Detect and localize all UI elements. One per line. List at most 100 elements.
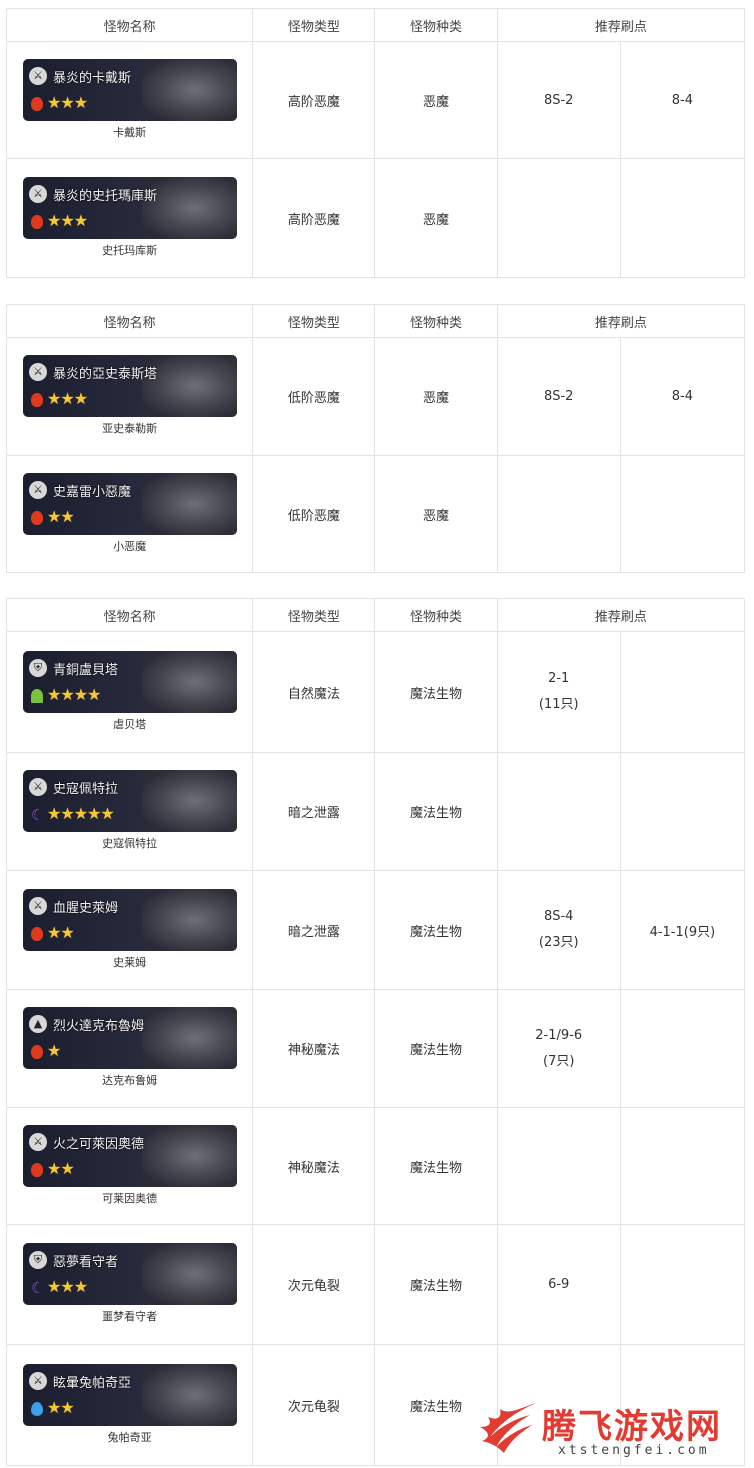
spot-location: 2-1 (548, 671, 570, 686)
spot-location: 2-1/9-6 (535, 1027, 583, 1043)
monster-type: 高阶恶魔 (252, 41, 376, 159)
spot-primary (496, 158, 621, 278)
monster-species: 恶魔 (374, 455, 498, 573)
monster-card[interactable]: ⚔ 史嘉雷小惡魔 ★★ (23, 472, 237, 535)
monster-cell: ⚔ 暴炎的亞史泰斯塔 ★★★ 亚史泰勒斯 (5, 337, 254, 456)
dark-moon-element-icon: ☾ (31, 1279, 45, 1297)
class-shield-icon: ⛨ (29, 658, 47, 677)
star-rating: ★★★ (47, 1277, 88, 1296)
star-rating: ★★★★ (47, 684, 101, 704)
header-species: 怪物种类 (374, 304, 498, 338)
star-rating: ★★★★★ (47, 804, 115, 823)
monster-species: 魔法生物 (374, 989, 498, 1108)
monster-species: 魔法生物 (374, 870, 498, 990)
monster-cell: ⛨ 惡夢看守者 ☾ ★★★ 噩梦看守者 (5, 1224, 254, 1345)
fire-element-icon (31, 1045, 43, 1059)
site-watermark: 腾飞游戏网 xtstengfei.com (478, 1395, 748, 1465)
spot-location: 8S-4 (543, 909, 574, 924)
table-row: ⛨ 青銅盧貝塔 ★★★★ 虐贝塔 自然魔法 魔法生物 2-1 (11只) (5, 631, 746, 753)
header-type: 怪物类型 (252, 304, 376, 338)
monster-card[interactable]: ⚔ 火之可萊因奧德 ★★ (23, 1124, 237, 1187)
table-row: ⚔ 史嘉雷小惡魔 ★★ 小恶魔 低阶恶魔 恶魔 (5, 455, 746, 573)
class-sword-icon: ⚔ (29, 896, 47, 915)
class-swordsman-icon: ⚔ (29, 1132, 47, 1151)
spot-secondary (619, 158, 746, 278)
fire-element-icon (31, 510, 43, 525)
monster-card-name: 暴炎的亞史泰斯塔 (53, 367, 158, 382)
spot-primary (496, 752, 621, 871)
spot-secondary (619, 989, 746, 1108)
monster-portrait (142, 650, 237, 713)
monster-species: 恶魔 (374, 158, 498, 278)
class-swordsman-icon: ⚔ (29, 363, 47, 381)
monster-portrait (142, 770, 237, 832)
spot-secondary: 8-4 (619, 41, 746, 159)
star-rating: ★★★ (47, 210, 88, 230)
spot-secondary (619, 752, 746, 871)
table-row: ⛨ 惡夢看守者 ☾ ★★★ 噩梦看守者 次元龟裂 魔法生物 6-9 (5, 1224, 746, 1345)
monster-cell: ⚔ 眩暈兔帕奇亞 ★★ 兔帕奇亚 (5, 1344, 254, 1466)
watermark-logo-icon (480, 1403, 536, 1453)
dark-moon-element-icon: ☾ (31, 806, 45, 824)
spot-primary: 2-1/9-6 (7只) (496, 989, 621, 1108)
star-rating: ★ (47, 1041, 61, 1060)
spot-count: (23只) (538, 935, 579, 950)
monster-sub-name: 噩梦看守者 (102, 1310, 158, 1323)
monster-cell: ▲ 烈火達克布魯姆 ★ 达克布鲁姆 (5, 989, 254, 1108)
monster-card[interactable]: ▲ 烈火達克布魯姆 ★ (23, 1007, 237, 1069)
spot-primary: 6-9 (496, 1224, 621, 1345)
monster-type: 次元龟裂 (252, 1344, 376, 1466)
monster-sub-name: 可莱因奥德 (102, 1191, 158, 1205)
fire-element-icon (31, 214, 43, 229)
monster-type: 自然魔法 (252, 631, 376, 753)
monster-sub-name: 亚史泰勒斯 (102, 422, 158, 435)
monster-type: 低阶恶魔 (252, 337, 376, 456)
monster-card[interactable]: ⚔ 暴炎的卡戴斯 ★★★ (23, 58, 237, 121)
star-rating: ★★★ (47, 92, 88, 112)
table-row: ⚔ 血腥史萊姆 ★★ 史莱姆 暗之泄露 魔法生物 8S-4 (23只) 4-1-… (5, 870, 746, 990)
spot-secondary (619, 1107, 746, 1225)
nature-element-icon (31, 688, 43, 703)
spot-secondary: 8-4 (619, 337, 746, 456)
monster-card-name: 火之可萊因奧德 (53, 1136, 145, 1152)
monster-card[interactable]: ⚔ 史寇佩特拉 ☾ ★★★★★ (23, 770, 237, 832)
header-type: 怪物类型 (252, 598, 376, 632)
monster-cell: ⚔ 暴炎的卡戴斯 ★★★ 卡戴斯 (5, 41, 254, 159)
header-type: 怪物类型 (252, 8, 376, 42)
monster-portrait (142, 1007, 237, 1069)
monster-card[interactable]: ⚔ 暴炎的史托瑪庫斯 ★★★ (23, 176, 237, 239)
spot-secondary (619, 631, 746, 753)
class-sword-icon: ⚔ (29, 1371, 47, 1390)
monster-portrait (142, 1363, 237, 1426)
monster-card-name: 史寇佩特拉 (53, 782, 119, 797)
watermark-url: xtstengfei.com (558, 1443, 710, 1458)
table-row: ⚔ 史寇佩特拉 ☾ ★★★★★ 史寇佩特拉 暗之泄露 魔法生物 (5, 752, 746, 871)
star-rating: ★★ (47, 1397, 75, 1417)
monster-sub-name: 史莱姆 (113, 955, 147, 969)
header-name: 怪物名称 (5, 8, 254, 42)
monster-species: 魔法生物 (374, 631, 498, 753)
star-rating: ★★★ (47, 389, 88, 408)
table-row: ⚔ 暴炎的卡戴斯 ★★★ 卡戴斯 高阶恶魔 恶魔 8S-2 8-4 (5, 41, 746, 159)
monster-cell: ⚔ 火之可萊因奧德 ★★ 可莱因奥德 (5, 1107, 254, 1225)
monster-species: 魔法生物 (374, 1107, 498, 1225)
monster-portrait (142, 888, 237, 951)
header-spots: 推荐刷点 (496, 8, 746, 42)
fire-element-icon (31, 926, 43, 941)
spot-count: (7只) (543, 1053, 575, 1069)
monster-card-name: 青銅盧貝塔 (53, 662, 119, 678)
spot-primary (496, 455, 621, 573)
monster-card[interactable]: ⚔ 暴炎的亞史泰斯塔 ★★★ (23, 355, 237, 417)
monster-table-2: 怪物名称 怪物类型 怪物种类 推荐刷点 ⚔ 暴炎的亞史泰斯塔 ★★★ 亚史泰勒斯… (5, 304, 746, 573)
class-shield-icon: ⛨ (29, 1251, 47, 1269)
spot-secondary (619, 1224, 746, 1345)
spot-secondary: 4-1-1(9只) (619, 870, 746, 990)
monster-card[interactable]: ⚔ 眩暈兔帕奇亞 ★★ (23, 1363, 237, 1426)
monster-card[interactable]: ⚔ 血腥史萊姆 ★★ (23, 888, 237, 951)
monster-card-name: 惡夢看守者 (53, 1255, 119, 1270)
header-species: 怪物种类 (374, 8, 498, 42)
header-name: 怪物名称 (5, 304, 254, 338)
table-row: ⚔ 暴炎的史托瑪庫斯 ★★★ 史托玛库斯 高阶恶魔 恶魔 (5, 158, 746, 278)
monster-card[interactable]: ⛨ 惡夢看守者 ☾ ★★★ (23, 1243, 237, 1305)
monster-card[interactable]: ⛨ 青銅盧貝塔 ★★★★ (23, 650, 237, 713)
